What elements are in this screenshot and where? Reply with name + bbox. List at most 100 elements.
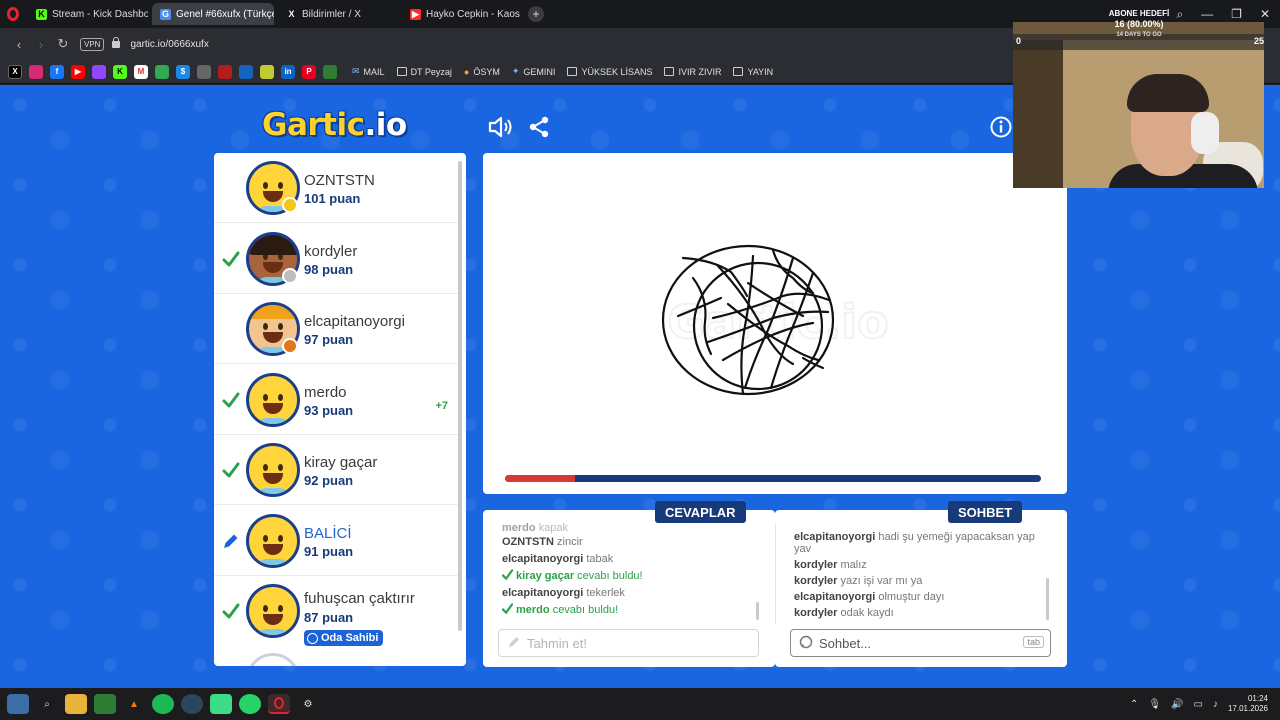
avatar-body (255, 558, 291, 565)
bookmark-yayin[interactable]: YAYIN (733, 67, 773, 77)
close-icon[interactable]: ✕ (1260, 7, 1270, 21)
spotify-icon[interactable] (152, 694, 174, 714)
player-row[interactable]: OZNTSTN 101 puan (214, 153, 458, 223)
browser-tab-label: Hayko Cepkin - Kaos (426, 8, 520, 20)
message-user: kordyler (794, 559, 838, 571)
search-icon[interactable]: ⌕ (36, 694, 58, 714)
drawing-canvas[interactable]: Gartic.io (483, 153, 1067, 494)
maps-icon[interactable] (155, 64, 169, 79)
info-icon[interactable] (990, 116, 1012, 138)
bookmark-gemini[interactable]: ✦ GEMINI (512, 66, 556, 77)
instagram-icon[interactable] (29, 64, 43, 79)
reload-icon[interactable]: ↻ (52, 36, 74, 52)
sound-icon[interactable]: ♪ (1213, 699, 1218, 710)
share-icon[interactable] (528, 116, 550, 138)
player-name: OZNTSTN (304, 172, 375, 189)
player-score: 97 puan (304, 332, 354, 347)
linkedin-icon[interactable]: in (281, 64, 295, 79)
player-row[interactable]: kiray gaçar 92 puan (214, 435, 458, 505)
browser-tab[interactable]: ▶ Hayko Cepkin - Kaos (402, 3, 522, 25)
chat-input[interactable]: Sohbet... tab (790, 629, 1051, 657)
youtube-icon[interactable]: ▶ (71, 64, 85, 79)
bookmark-ivir-zivir[interactable]: IVIR ZIVIR (664, 67, 721, 77)
player-score: 91 puan (304, 543, 354, 559)
player-drawing (661, 244, 835, 396)
browser-tab[interactable]: K Stream - Kick Dashboard (28, 3, 148, 25)
avatar-hair (249, 234, 297, 255)
check-icon (222, 603, 240, 619)
pencil-icon (224, 534, 238, 548)
phone-icon[interactable] (323, 64, 337, 79)
player-list-scrollbar[interactable] (458, 161, 462, 631)
vpn-badge[interactable]: VPN (80, 37, 105, 51)
sub-goal-value: 16 (80.00%) (1114, 19, 1164, 29)
x-icon[interactable]: X (8, 64, 22, 79)
bookmark-mail[interactable]: ✉ MAIL (352, 66, 385, 77)
gmail-icon[interactable]: M (134, 64, 148, 79)
microphone-icon[interactable]: 🎙 (1148, 699, 1161, 710)
player-row[interactable]: fuhuşcan çaktırır 87 puan Oda Sahibi (214, 576, 458, 646)
link-icon[interactable] (197, 64, 211, 79)
settings-icon[interactable]: ⚙ (297, 694, 319, 714)
osym-icon: ● (463, 66, 470, 77)
kick-icon[interactable]: K (113, 64, 127, 79)
chat-scrollbar[interactable] (1046, 578, 1049, 620)
bookmark-blue-icon[interactable] (239, 64, 253, 79)
maximize-icon[interactable]: ❐ (1231, 7, 1242, 21)
network-icon[interactable]: ▭ (1194, 699, 1203, 710)
chevron-up-icon[interactable]: ⌃ (1130, 699, 1138, 710)
volume-icon[interactable]: 🔊 (1171, 699, 1183, 710)
page-icon (396, 67, 407, 76)
bookmark-yuksek-lisans[interactable]: YÜKSEK LİSANS (567, 67, 652, 77)
folder-icon (567, 67, 578, 76)
bookmark-red-icon[interactable] (218, 64, 232, 79)
sound-icon[interactable] (488, 116, 514, 138)
message-user: kordyler (794, 575, 838, 587)
dollar-icon[interactable]: $ (176, 64, 190, 79)
webcam-door (1013, 40, 1065, 188)
player-row[interactable]: elcapitanoyorgi 97 puan (214, 294, 458, 364)
minimize-icon[interactable]: — (1201, 7, 1213, 21)
app-green-icon[interactable] (210, 694, 232, 714)
kick-icon: K (36, 8, 47, 20)
pinterest-icon[interactable]: P (302, 64, 316, 79)
bookmark-yellow-icon[interactable] (260, 64, 274, 79)
mail-icon: ✉ (352, 66, 360, 76)
guess-input[interactable]: Tahmin et! (498, 629, 759, 657)
browser-tab-label: Genel #66xufx (Türkçe (176, 8, 274, 20)
lock-icon[interactable] (112, 36, 121, 48)
avatar-eye (263, 464, 268, 471)
vlc-icon[interactable]: ▲ (123, 694, 145, 714)
message-user: kiray gaçar (516, 570, 575, 582)
app-icon[interactable] (94, 694, 116, 714)
start-icon[interactable] (7, 694, 29, 714)
player-score: 87 puan (304, 610, 354, 625)
bookmark-osym[interactable]: ● ÖSYM (464, 67, 500, 77)
steam-icon[interactable] (181, 694, 203, 714)
correct-answer-message: merdo cevabı buldu! (502, 602, 759, 619)
clock[interactable]: 01:24 17.01.2026 (1228, 694, 1268, 714)
twitch-icon[interactable] (92, 64, 106, 79)
score-delta: +7 (435, 399, 448, 412)
facebook-icon[interactable]: f (50, 64, 64, 79)
gartic-logo[interactable]: Gartic.io (262, 107, 407, 143)
player-row[interactable]: BALİCİ 91 puan (214, 506, 458, 576)
player-row[interactable]: kordyler 98 puan (214, 224, 458, 294)
whatsapp-icon[interactable] (239, 694, 261, 714)
player-row[interactable]: merdo 93 puan +7 (214, 365, 458, 435)
url-field[interactable]: gartic.io/0666xufx (130, 39, 208, 50)
opera-logo-icon[interactable] (0, 0, 26, 28)
message-user: kordyler (794, 607, 838, 619)
answers-scrollbar[interactable] (756, 602, 759, 620)
new-tab-button[interactable]: + (528, 6, 544, 22)
player-score: 101 puan (304, 191, 361, 206)
message-text: cevabı buldu! (577, 570, 643, 582)
browser-tab[interactable]: G Genel #66xufx (Türkçe (152, 3, 274, 25)
back-icon[interactable]: ‹ (8, 37, 30, 52)
bookmark-dt-peyzaj[interactable]: DT Peyzaj (396, 67, 452, 77)
file-explorer-icon[interactable] (65, 694, 87, 714)
browser-tab[interactable]: X Bildirimler / X (278, 3, 398, 25)
forward-icon[interactable]: › (30, 37, 52, 52)
opera-icon[interactable] (268, 694, 290, 714)
chat-bubble-icon (799, 635, 813, 652)
